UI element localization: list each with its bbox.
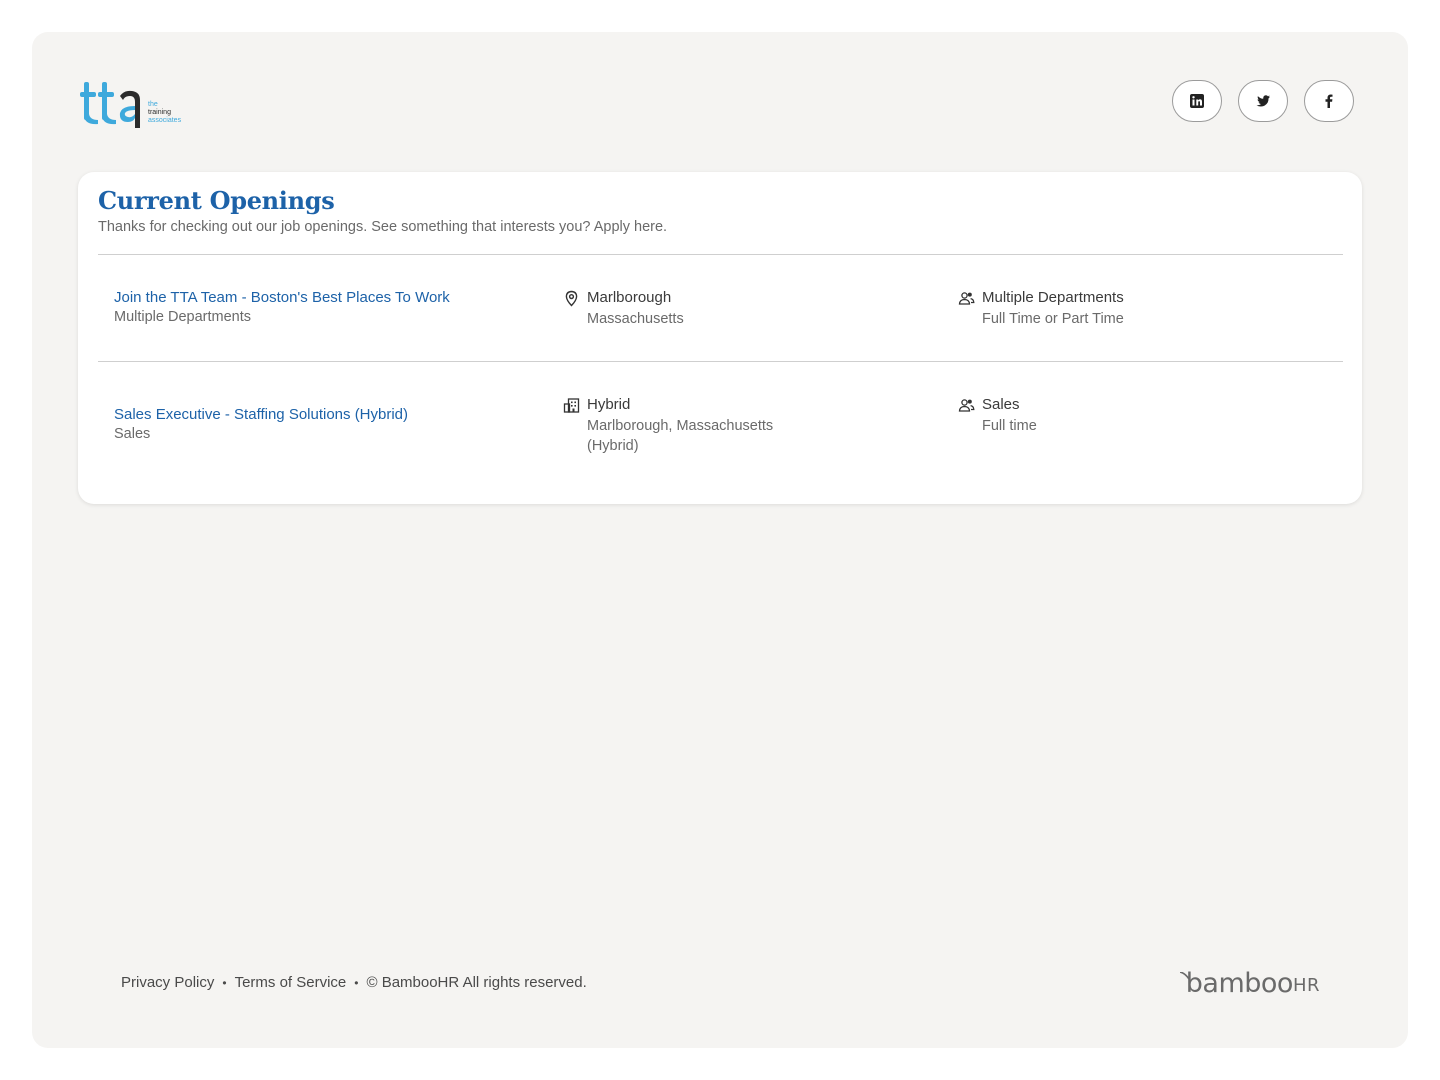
job-team: Multiple Departments: [982, 289, 1124, 306]
page-title: Current Openings: [98, 186, 335, 215]
copyright-text: © BambooHR All rights reserved.: [366, 974, 587, 991]
job-location-detail: Massachusetts: [587, 311, 684, 327]
page-shell: the training associates Current Openings…: [32, 32, 1408, 1048]
facebook-button[interactable]: [1304, 80, 1354, 122]
job-title-col: Sales Executive - Staffing Solutions (Hy…: [114, 406, 408, 442]
separator-dot: •: [222, 975, 227, 990]
bamboohr-hr: HR: [1292, 975, 1320, 996]
facebook-icon: [1325, 94, 1333, 108]
logo-tagline-3: associates: [148, 117, 182, 124]
job-location-detail: Marlborough, Massachusetts (Hybrid): [587, 418, 774, 454]
job-department: Sales: [114, 426, 151, 442]
job-title-link[interactable]: Sales Executive - Staffing Solutions (Hy…: [114, 406, 408, 423]
twitter-icon: [1256, 95, 1270, 107]
job-location: Marlborough: [587, 289, 672, 306]
job-title-link[interactable]: Join the TTA Team - Boston's Best Places…: [114, 289, 450, 306]
page-subtitle: Thanks for checking out our job openings…: [98, 219, 668, 235]
job-location: Hybrid: [587, 396, 631, 413]
people-icon: [958, 290, 975, 307]
bamboo-leaf-icon: [1179, 972, 1190, 980]
social-links: [1172, 80, 1354, 122]
job-department: Multiple Departments: [114, 309, 251, 325]
privacy-policy-link[interactable]: Privacy Policy: [121, 974, 214, 991]
job-title-col: Join the TTA Team - Boston's Best Places…: [114, 289, 450, 325]
logo-tagline-2: training: [148, 109, 171, 116]
job-team-col: Sales Full time: [958, 396, 1202, 436]
terms-of-service-link[interactable]: Terms of Service: [235, 974, 347, 991]
company-logo[interactable]: the training associates: [80, 78, 190, 134]
map-pin-icon: [563, 290, 580, 307]
logo-tagline: the training associates: [148, 101, 181, 125]
bamboohr-wordmark: bamboo: [1185, 968, 1294, 999]
divider: [98, 361, 1343, 362]
job-team: Sales: [982, 396, 1020, 413]
job-employment-type: Full time: [982, 418, 1037, 434]
tta-logo-mark: [80, 82, 140, 128]
linkedin-icon: [1190, 94, 1204, 108]
openings-card: Current Openings Thanks for checking out…: [78, 172, 1362, 504]
bamboohr-logo[interactable]: bamboo HR: [1179, 968, 1320, 999]
building-icon: [563, 397, 580, 414]
logo-tagline-1: the: [148, 101, 158, 108]
separator-dot: •: [354, 975, 359, 990]
job-employment-type: Full Time or Part Time: [982, 311, 1124, 327]
divider: [98, 254, 1343, 255]
footer-links: Privacy Policy • Terms of Service • © Ba…: [121, 974, 587, 991]
job-location-col: Marlborough Massachusetts: [565, 289, 807, 329]
job-location-col: Hybrid Marlborough, Massachusetts (Hybri…: [563, 396, 807, 456]
job-team-col: Multiple Departments Full Time or Part T…: [958, 289, 1202, 329]
people-icon: [958, 397, 975, 414]
linkedin-button[interactable]: [1172, 80, 1222, 122]
twitter-button[interactable]: [1238, 80, 1288, 122]
